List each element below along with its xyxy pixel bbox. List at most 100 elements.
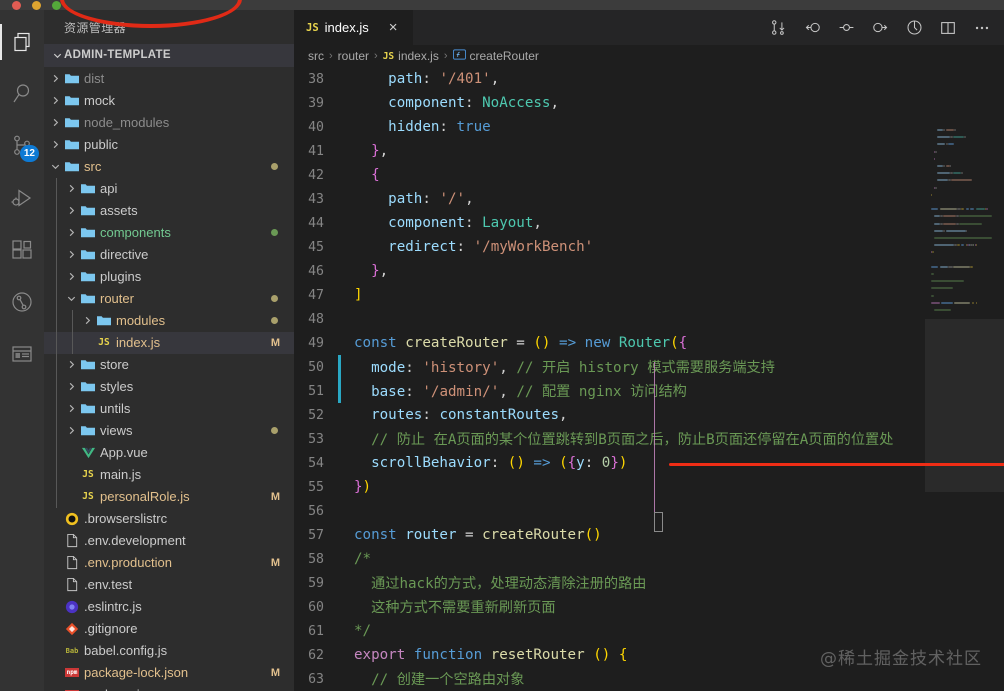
chevron-right-icon[interactable] bbox=[64, 271, 78, 282]
minimap-viewport[interactable] bbox=[925, 319, 1004, 492]
minimize-window-button[interactable] bbox=[32, 1, 41, 10]
tree-item-assets[interactable]: assets bbox=[44, 199, 294, 222]
tree-item-store[interactable]: store bbox=[44, 353, 294, 376]
chevron-down-icon[interactable] bbox=[64, 293, 78, 304]
chevron-right-icon[interactable] bbox=[64, 359, 78, 370]
code-line-42[interactable]: 42 { bbox=[294, 163, 1004, 187]
activity-item-search[interactable] bbox=[0, 68, 44, 120]
editor-minimap[interactable] bbox=[925, 67, 1004, 691]
tree-item-styles[interactable]: styles bbox=[44, 375, 294, 398]
code-editor[interactable]: 38 path: '/401', 39 component: NoAccess, 4… bbox=[294, 67, 1004, 691]
tree-item--gitignore[interactable]: .gitignore bbox=[44, 618, 294, 640]
tree-item--eslintrc-js[interactable]: .eslintrc.js bbox=[44, 596, 294, 618]
code-line-39[interactable]: 39 component: NoAccess, bbox=[294, 91, 1004, 115]
chevron-right-icon[interactable] bbox=[64, 425, 78, 436]
tree-item-dist[interactable]: dist bbox=[44, 68, 294, 90]
tree-item-api[interactable]: api bbox=[44, 177, 294, 200]
code-line-58[interactable]: 58 /* bbox=[294, 547, 1004, 571]
tree-item-router[interactable]: router bbox=[44, 287, 294, 310]
close-window-button[interactable] bbox=[12, 1, 21, 10]
code-lines[interactable]: 38 path: '/401', 39 component: NoAccess, 4… bbox=[294, 67, 1004, 691]
tree-item--browserslistrc[interactable]: .browserslistrc bbox=[44, 508, 294, 530]
code-line-59[interactable]: 59 通过hack的方式，处理动态清除注册的路由 bbox=[294, 571, 1004, 595]
chevron-right-icon[interactable] bbox=[64, 403, 78, 414]
tab-index-js[interactable]: JS index.js × bbox=[294, 10, 414, 45]
chevron-down-icon[interactable] bbox=[48, 161, 62, 172]
tree-item-directive[interactable]: directive bbox=[44, 243, 294, 266]
tree-item-babel-config-js[interactable]: Bab babel.config.js bbox=[44, 640, 294, 662]
chevron-right-icon[interactable] bbox=[48, 117, 62, 128]
code-line-56[interactable]: 56 bbox=[294, 499, 1004, 523]
code-line-51[interactable]: 51 base: '/admin/', // 配置 nginx 访问结构 bbox=[294, 379, 1004, 403]
tree-item-public[interactable]: public bbox=[44, 134, 294, 156]
circle-dot-icon[interactable] bbox=[836, 18, 856, 38]
code-line-46[interactable]: 46 }, bbox=[294, 259, 1004, 283]
code-line-47[interactable]: 47] bbox=[294, 283, 1004, 307]
tree-item-node-modules[interactable]: node_modules bbox=[44, 112, 294, 134]
workspace-root-row[interactable]: ADMIN-TEMPLATE bbox=[44, 44, 294, 67]
code-line-63[interactable]: 63 // 创建一个空路由对象 bbox=[294, 667, 1004, 691]
breadcrumb-item-createrouter[interactable]: createRouter bbox=[452, 48, 539, 64]
code-line-50[interactable]: 50 mode: 'history', // 开启 history 模式需要服务… bbox=[294, 355, 1004, 379]
chevron-right-icon[interactable] bbox=[64, 205, 78, 216]
chevron-right-icon[interactable] bbox=[64, 249, 78, 260]
split-editor-icon[interactable] bbox=[938, 18, 958, 38]
file-tree[interactable]: dist mock node_modules public src api assets co… bbox=[44, 67, 294, 691]
ellipsis-icon[interactable] bbox=[972, 18, 992, 38]
breadcrumb[interactable]: src › router › JS index.js › createRouter bbox=[294, 45, 1004, 67]
tree-item-package-lock-json[interactable]: npm package-lock.json M bbox=[44, 662, 294, 684]
activity-item-run-and-debug[interactable] bbox=[0, 172, 44, 224]
code-line-52[interactable]: 52 routes: constantRoutes, bbox=[294, 403, 1004, 427]
tree-item-plugins[interactable]: plugins bbox=[44, 265, 294, 288]
tree-item-untils[interactable]: untils bbox=[44, 397, 294, 420]
code-line-44[interactable]: 44 component: Layout, bbox=[294, 211, 1004, 235]
chevron-right-icon[interactable] bbox=[64, 381, 78, 392]
circle-slash-icon[interactable] bbox=[904, 18, 924, 38]
tree-item--env-test[interactable]: .env.test bbox=[44, 574, 294, 596]
code-line-43[interactable]: 43 path: '/', bbox=[294, 187, 1004, 211]
breadcrumb-item-router[interactable]: router bbox=[338, 49, 369, 63]
code-line-38[interactable]: 38 path: '/401', bbox=[294, 67, 1004, 91]
maximize-window-button[interactable] bbox=[52, 1, 61, 10]
chevron-right-icon[interactable] bbox=[48, 95, 62, 106]
breadcrumb-item-src[interactable]: src bbox=[308, 49, 324, 63]
compare-icon[interactable] bbox=[768, 18, 788, 38]
code-line-48[interactable]: 48 bbox=[294, 307, 1004, 331]
tree-item--env-development[interactable]: .env.development bbox=[44, 530, 294, 552]
activity-item-browser-preview[interactable] bbox=[0, 328, 44, 380]
chevron-right-icon[interactable] bbox=[64, 183, 78, 194]
arrow-right-circle-icon[interactable] bbox=[870, 18, 890, 38]
chevron-right-icon[interactable] bbox=[48, 73, 62, 84]
tree-item-src[interactable]: src bbox=[44, 156, 294, 178]
breadcrumb-item-index-js[interactable]: JS index.js bbox=[383, 49, 439, 63]
tree-item--env-production[interactable]: .env.production M bbox=[44, 552, 294, 574]
tree-item-app-vue[interactable]: App.vue bbox=[44, 441, 294, 464]
arrow-left-circle-icon[interactable] bbox=[802, 18, 822, 38]
close-icon[interactable]: × bbox=[389, 20, 398, 35]
tree-item-main-js[interactable]: JS main.js bbox=[44, 463, 294, 486]
activity-item-extensions[interactable] bbox=[0, 224, 44, 276]
tree-item-views[interactable]: views bbox=[44, 419, 294, 442]
tree-item-mock[interactable]: mock bbox=[44, 90, 294, 112]
tree-item-personalrole-js[interactable]: JS personalRole.js M bbox=[44, 485, 294, 508]
chevron-right-icon[interactable] bbox=[64, 227, 78, 238]
activity-item-source-control[interactable]: 12 bbox=[0, 120, 44, 172]
tree-item-components[interactable]: components bbox=[44, 221, 294, 244]
git-status-badge: M bbox=[270, 556, 280, 569]
code-line-41[interactable]: 41 }, bbox=[294, 139, 1004, 163]
chevron-right-icon[interactable] bbox=[48, 139, 62, 150]
tree-item-package-json[interactable]: npmpackage.json bbox=[44, 684, 294, 691]
activity-item-explorer[interactable] bbox=[0, 16, 44, 68]
code-line-40[interactable]: 40 hidden: true bbox=[294, 115, 1004, 139]
code-line-45[interactable]: 45 redirect: '/myWorkBench' bbox=[294, 235, 1004, 259]
chevron-right-icon[interactable] bbox=[80, 315, 94, 326]
tree-item-index-js[interactable]: JS index.js M bbox=[44, 331, 294, 354]
code-line-61[interactable]: 61 */ bbox=[294, 619, 1004, 643]
tree-item-modules[interactable]: modules bbox=[44, 309, 294, 332]
code-line-55[interactable]: 55}) bbox=[294, 475, 1004, 499]
code-line-60[interactable]: 60 这种方式不需要重新刷新页面 bbox=[294, 595, 1004, 619]
activity-item-gitlens[interactable] bbox=[0, 276, 44, 328]
code-line-53[interactable]: 53 // 防止 在A页面的某个位置跳转到B页面之后，防止B页面还停留在A页面的… bbox=[294, 427, 1004, 451]
code-line-49[interactable]: 49 const createRouter = () => new Router(… bbox=[294, 331, 1004, 355]
code-line-57[interactable]: 57 const router = createRouter() bbox=[294, 523, 1004, 547]
